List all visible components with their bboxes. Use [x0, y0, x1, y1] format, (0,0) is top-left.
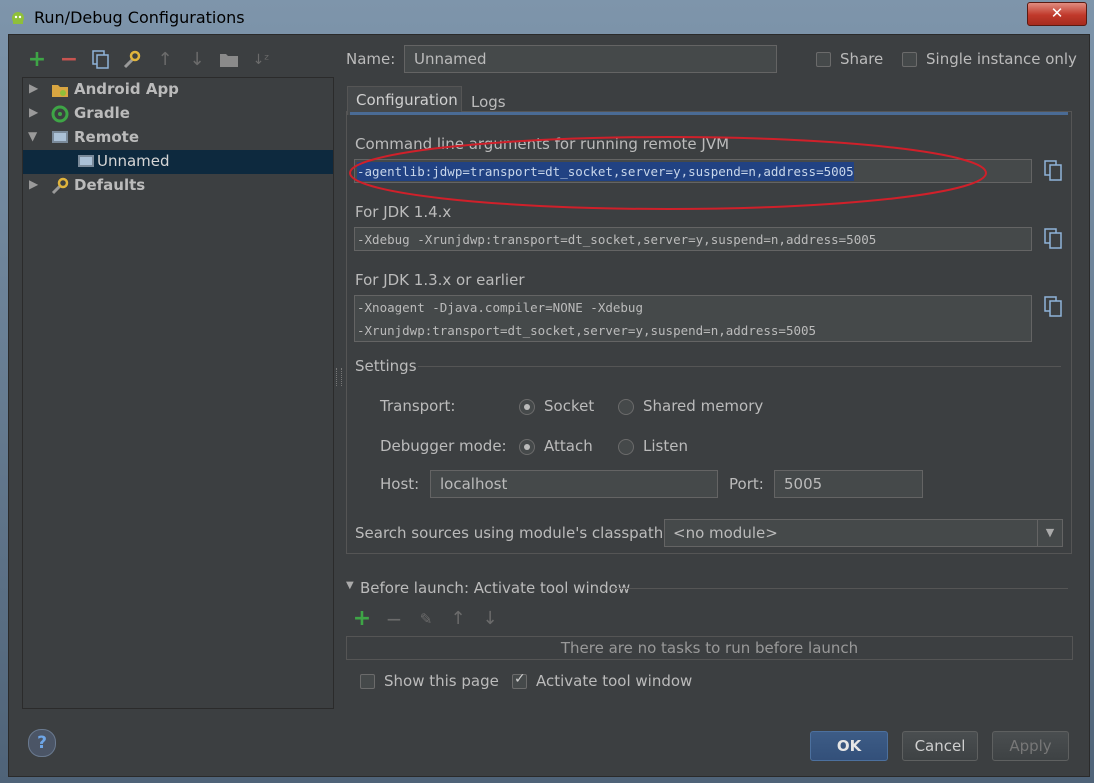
copy-cmd-icon[interactable]: [1044, 160, 1064, 182]
tab-configuration[interactable]: Configuration: [347, 86, 462, 115]
host-field[interactable]: localhost: [430, 470, 718, 498]
config-tree[interactable]: ▶ Android App ▶ Gradle ▼ Remote Unnamed …: [22, 77, 334, 709]
settings-divider: [418, 366, 1061, 367]
title-bar: Run/Debug Configurations ✕: [0, 0, 1094, 34]
android-app-icon: [52, 85, 68, 97]
share-label: Share: [840, 50, 884, 68]
socket-label: Socket: [544, 397, 595, 415]
collapse-arrow-icon[interactable]: ▼: [28, 129, 37, 143]
tab-logs[interactable]: Logs: [462, 88, 516, 114]
listen-label: Listen: [643, 437, 688, 455]
before-launch-title[interactable]: Before launch: Activate tool window: [360, 579, 630, 597]
shared-memory-radio[interactable]: [618, 399, 634, 415]
jdk13-field[interactable]: -Xnoagent -Djava.compiler=NONE -Xdebug -…: [354, 295, 1032, 342]
copy-jdk14-icon[interactable]: [1044, 228, 1064, 250]
copy-icon[interactable]: [92, 50, 110, 70]
jdk14-field[interactable]: -Xdebug -Xrunjdwp:transport=dt_socket,se…: [354, 227, 1032, 251]
add-icon[interactable]: +: [26, 49, 48, 71]
module-select[interactable]: <no module> ▼: [664, 519, 1063, 547]
tree-item-unnamed[interactable]: Unnamed: [23, 150, 333, 174]
android-icon: [12, 12, 24, 24]
attach-label: Attach: [544, 437, 593, 455]
annotation-ellipse: [349, 136, 987, 210]
expand-arrow-icon[interactable]: ▶: [29, 81, 38, 95]
folder-icon[interactable]: [219, 52, 239, 68]
name-label: Name:: [346, 50, 396, 68]
single-instance-label: Single instance only: [926, 50, 1077, 68]
expand-arrow-icon[interactable]: ▶: [29, 105, 38, 119]
before-launch-task-list[interactable]: There are no tasks to run before launch: [346, 636, 1073, 660]
edit-defaults-icon[interactable]: [122, 50, 142, 70]
remove-task-icon[interactable]: −: [383, 609, 405, 629]
tab-underline: [350, 112, 1068, 115]
window-title: Run/Debug Configurations: [34, 8, 245, 27]
jdk13-line-2: -Xrunjdwp:transport=dt_socket,server=y,s…: [357, 323, 817, 338]
share-checkbox[interactable]: [816, 52, 831, 67]
port-field[interactable]: 5005: [774, 470, 923, 498]
gradle-icon: [51, 105, 69, 123]
sort-icon[interactable]: ↓ᶻ: [250, 50, 272, 70]
host-label: Host:: [380, 475, 420, 493]
activate-tool-window-checkbox[interactable]: ✓: [512, 671, 527, 689]
add-task-icon[interactable]: +: [351, 608, 373, 630]
search-sources-label: Search sources using module's classpath:: [355, 524, 669, 542]
port-label: Port:: [729, 475, 764, 493]
move-task-up-icon[interactable]: ↑: [447, 609, 469, 629]
expand-arrow-icon[interactable]: ▶: [29, 177, 38, 191]
single-instance-checkbox[interactable]: [902, 52, 917, 67]
shared-memory-label: Shared memory: [643, 397, 764, 415]
move-task-down-icon[interactable]: ↓: [479, 609, 501, 629]
settings-label: Settings: [355, 357, 417, 375]
close-button[interactable]: ✕: [1027, 2, 1087, 26]
copy-jdk13-icon[interactable]: [1044, 296, 1064, 318]
attach-radio[interactable]: [519, 439, 535, 455]
dropdown-arrow-icon[interactable]: ▼: [1037, 520, 1062, 546]
move-down-icon[interactable]: ↓: [186, 50, 208, 70]
remove-icon[interactable]: −: [58, 49, 80, 71]
tree-item-remote[interactable]: ▼ Remote: [23, 126, 333, 150]
cancel-button[interactable]: Cancel: [902, 731, 978, 761]
listen-radio[interactable]: [618, 439, 634, 455]
activate-tool-window-label: Activate tool window: [536, 672, 693, 690]
show-page-checkbox[interactable]: [360, 674, 375, 689]
jdk13-label: For JDK 1.3.x or earlier: [355, 271, 525, 289]
socket-radio[interactable]: [519, 399, 535, 415]
wrench-icon: [51, 177, 69, 195]
show-page-label: Show this page: [384, 672, 499, 690]
tree-item-gradle[interactable]: ▶ Gradle: [23, 102, 333, 126]
before-launch-divider: [612, 588, 1068, 589]
apply-button[interactable]: Apply: [992, 731, 1069, 761]
ok-button[interactable]: OK: [810, 731, 888, 761]
empty-task-text: There are no tasks to run before launch: [560, 639, 859, 657]
move-up-icon[interactable]: ↑: [154, 50, 176, 70]
collapse-before-launch-icon[interactable]: ▼: [346, 580, 354, 591]
debugger-mode-label: Debugger mode:: [380, 437, 507, 455]
tree-item-android-app[interactable]: ▶ Android App: [23, 78, 333, 102]
remote-config-icon: [78, 155, 94, 167]
tree-item-defaults[interactable]: ▶ Defaults: [23, 174, 333, 198]
module-select-value: <no module>: [673, 524, 778, 542]
transport-label: Transport:: [380, 397, 456, 415]
checkmark-icon: ✓: [514, 671, 526, 687]
edit-task-icon[interactable]: ✎: [415, 609, 437, 629]
name-field[interactable]: Unnamed: [404, 45, 777, 73]
splitter-handle[interactable]: [336, 368, 342, 386]
jdk13-line-1: -Xnoagent -Djava.compiler=NONE -Xdebug: [357, 300, 643, 315]
jdk14-label: For JDK 1.4.x: [355, 203, 452, 221]
remote-icon: [52, 131, 68, 143]
help-button[interactable]: ?: [28, 729, 56, 757]
